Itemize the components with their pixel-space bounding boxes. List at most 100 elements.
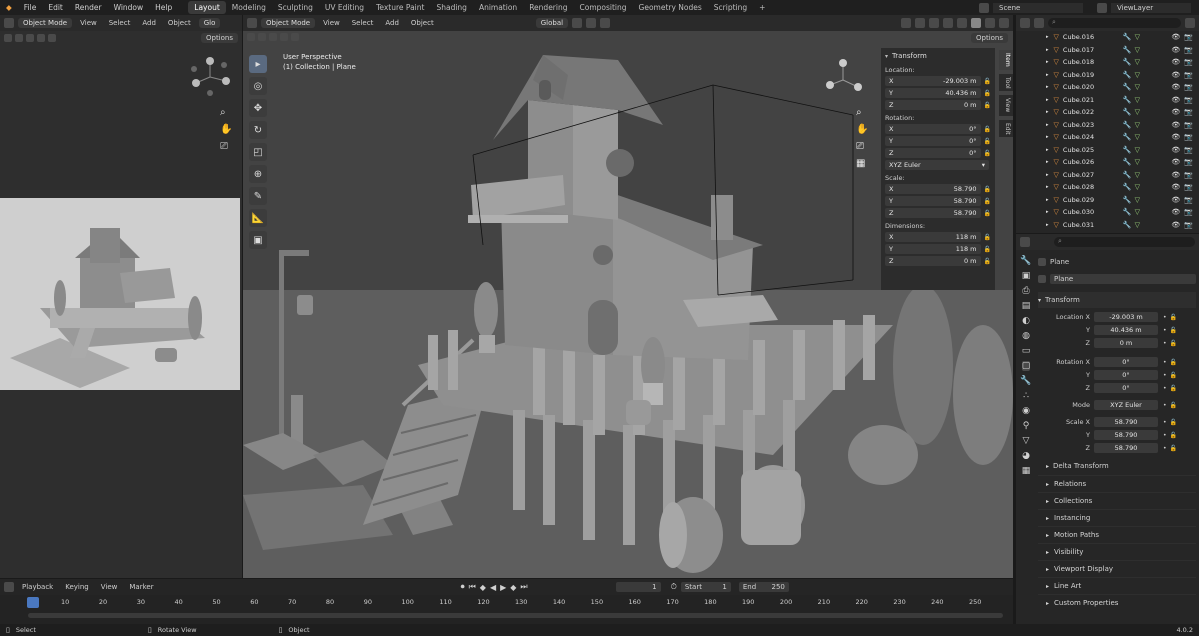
outliner-item[interactable]: ▸ ▽ Cube.029 🔧 ▽ 👁 📷 [1046,194,1193,207]
world-props-icon[interactable]: ◍ [1022,331,1030,341]
collapse-arrow-icon[interactable]: ▾ [885,53,888,60]
expand-arrow-icon[interactable]: ▸ [1046,122,1049,128]
outliner-item[interactable]: ▸ ▽ Cube.026 🔧 ▽ 👁 📷 [1046,156,1193,169]
tab-shading[interactable]: Shading [430,1,472,14]
render-camera-icon[interactable]: 📷 [1184,171,1193,179]
object-props-icon[interactable]: ▢ [1021,361,1031,371]
delta-transform-label[interactable]: Delta Transform [1053,462,1109,470]
keyframe-dot-icon[interactable]: • [1163,432,1167,439]
render-camera-icon[interactable]: 📷 [1184,221,1193,229]
timeline-menu-view[interactable]: View [97,583,122,591]
rotation-field-y[interactable]: Y 0° [885,136,981,146]
rotation-mode-select[interactable]: XYZ Euler [1094,400,1158,410]
start-frame-field[interactable]: Start 1 [680,582,731,592]
outliner-type-icon[interactable] [1020,18,1030,28]
lock-icon[interactable]: 🔓 [984,102,991,109]
outliner-item[interactable]: ▸ ▽ Cube.017 🔧 ▽ 👁 📷 [1046,44,1193,57]
outliner-item[interactable]: ▸ ▽ Cube.019 🔧 ▽ 👁 📷 [1046,69,1193,82]
lock-icon[interactable]: 🔓 [1170,359,1177,366]
location-field-x[interactable]: X -29.003 m [885,76,981,86]
keyframe-dot-icon[interactable]: • [1163,327,1167,334]
lock-icon[interactable]: 🔓 [984,198,991,205]
location-y-field[interactable]: 40.436 m [1094,325,1158,335]
rotation-x-field[interactable]: 0° [1094,357,1158,367]
dimensions-field-x[interactable]: X 118 m [885,232,981,242]
jump-end-icon[interactable]: ⏭ [520,582,527,592]
scale-field-x[interactable]: X 58.790 [885,184,981,194]
left-menu-view[interactable]: View [76,19,101,27]
scene-props-icon[interactable]: ◐ [1022,316,1030,326]
timeline-menu-keying[interactable]: Keying [61,583,93,591]
lock-icon[interactable]: 🔓 [1170,314,1177,321]
visibility-eye-icon[interactable]: 👁 [1171,71,1180,79]
lock-icon[interactable]: 🔓 [984,210,991,217]
view-layer-props-icon[interactable]: ▤ [1022,301,1031,311]
rotation-mode-dropdown[interactable]: XYZ Euler ▾ [885,160,989,170]
mode-icon-3[interactable] [37,34,45,42]
lock-icon[interactable]: 🔓 [984,246,991,253]
render-props-icon[interactable]: ▣ [1022,271,1031,281]
outliner-item[interactable]: ▸ ▽ Cube.030 🔧 ▽ 👁 📷 [1046,206,1193,219]
properties-section[interactable]: ▸ Line Art [1038,577,1196,594]
data-props-icon[interactable]: ▽ [1023,436,1030,446]
outliner-item[interactable]: ▸ ▽ Cube.031 🔧 ▽ 👁 📷 [1046,219,1193,232]
visibility-eye-icon[interactable]: 👁 [1171,33,1180,41]
menu-edit[interactable]: Edit [42,3,69,12]
render-camera-icon[interactable]: 📷 [1184,96,1193,104]
left-options-dropdown[interactable]: Options [200,33,238,43]
zoom-icon[interactable]: ⌕ [220,107,232,118]
visibility-eye-icon[interactable]: 👁 [1171,96,1180,104]
outliner-item[interactable]: ▸ ▽ Cube.025 🔧 ▽ 👁 📷 [1046,144,1193,157]
expand-arrow-icon[interactable]: ▸ [1046,172,1049,178]
properties-section[interactable]: ▸ Instancing [1038,509,1196,526]
end-frame-field[interactable]: End 250 [738,582,789,592]
tab-compositing[interactable]: Compositing [574,1,633,14]
location-field-y[interactable]: Y 40.436 m [885,88,981,98]
transform-collapse-icon[interactable]: ▾ [1038,297,1041,304]
tab-uv-editing[interactable]: UV Editing [319,1,370,14]
visibility-eye-icon[interactable]: 👁 [1171,133,1180,141]
render-camera-icon[interactable]: 📷 [1184,46,1193,54]
render-camera-icon[interactable]: 📷 [1184,33,1193,41]
left-navigation-gizmo[interactable] [186,53,234,101]
lock-icon[interactable]: 🔓 [984,234,991,241]
location-x-field[interactable]: -29.003 m [1094,312,1158,322]
tab-sculpting[interactable]: Sculpting [272,1,319,14]
prev-key-icon[interactable]: ◆ [480,583,486,592]
render-camera-icon[interactable]: 📷 [1184,58,1193,66]
outliner-funnel-icon[interactable] [1185,18,1195,28]
timeline-ruler[interactable]: 1102030405060708090100110120130140150160… [0,597,1013,609]
tab-texture-paint[interactable]: Texture Paint [370,1,430,14]
render-camera-icon[interactable]: 📷 [1184,183,1193,191]
menu-file[interactable]: File [18,3,43,12]
material-props-icon[interactable]: ◕ [1022,451,1030,461]
keyframe-dot-icon[interactable]: • [1163,340,1167,347]
tab-animation[interactable]: Animation [473,1,523,14]
keyframe-dot-icon[interactable]: • [1163,445,1167,452]
play-icon[interactable]: ▶ [500,583,506,592]
render-camera-icon[interactable]: 📷 [1184,196,1193,204]
viewport-zoom-icon[interactable]: ⌕ [856,107,868,118]
play-reverse-icon[interactable]: ◀ [490,583,496,592]
render-camera-icon[interactable]: 📷 [1184,146,1193,154]
rotation-field-x[interactable]: X 0° [885,124,981,134]
jump-start-icon[interactable]: ⏮ [469,582,476,592]
expand-arrow-icon[interactable]: ▸ [1046,209,1049,215]
expand-arrow-icon[interactable]: ▸ [1046,147,1049,153]
next-key-icon[interactable]: ◆ [510,583,516,592]
select-box-icon[interactable] [4,34,12,42]
lock-icon[interactable]: 🔓 [1170,402,1177,409]
scale-field-y[interactable]: Y 58.790 [885,196,981,206]
outliner-search-input[interactable]: ⌕ [1048,18,1181,28]
outliner-item[interactable]: ▸ ▽ Cube.023 🔧 ▽ 👁 📷 [1046,119,1193,132]
texture-props-icon[interactable]: ▦ [1022,466,1031,476]
scale-z-field[interactable]: 58.790 [1094,443,1158,453]
properties-section[interactable]: ▸ Visibility [1038,543,1196,560]
blender-logo-icon[interactable]: ◆ [0,3,18,12]
tab-modeling[interactable]: Modeling [226,1,272,14]
left-menu-object[interactable]: Object [164,19,195,27]
camera-view-icon[interactable]: ⎚ [220,141,232,152]
tab-layout[interactable]: Layout [188,1,226,14]
scene-field[interactable]: Scene [993,2,1083,13]
render-camera-icon[interactable]: 📷 [1184,108,1193,116]
